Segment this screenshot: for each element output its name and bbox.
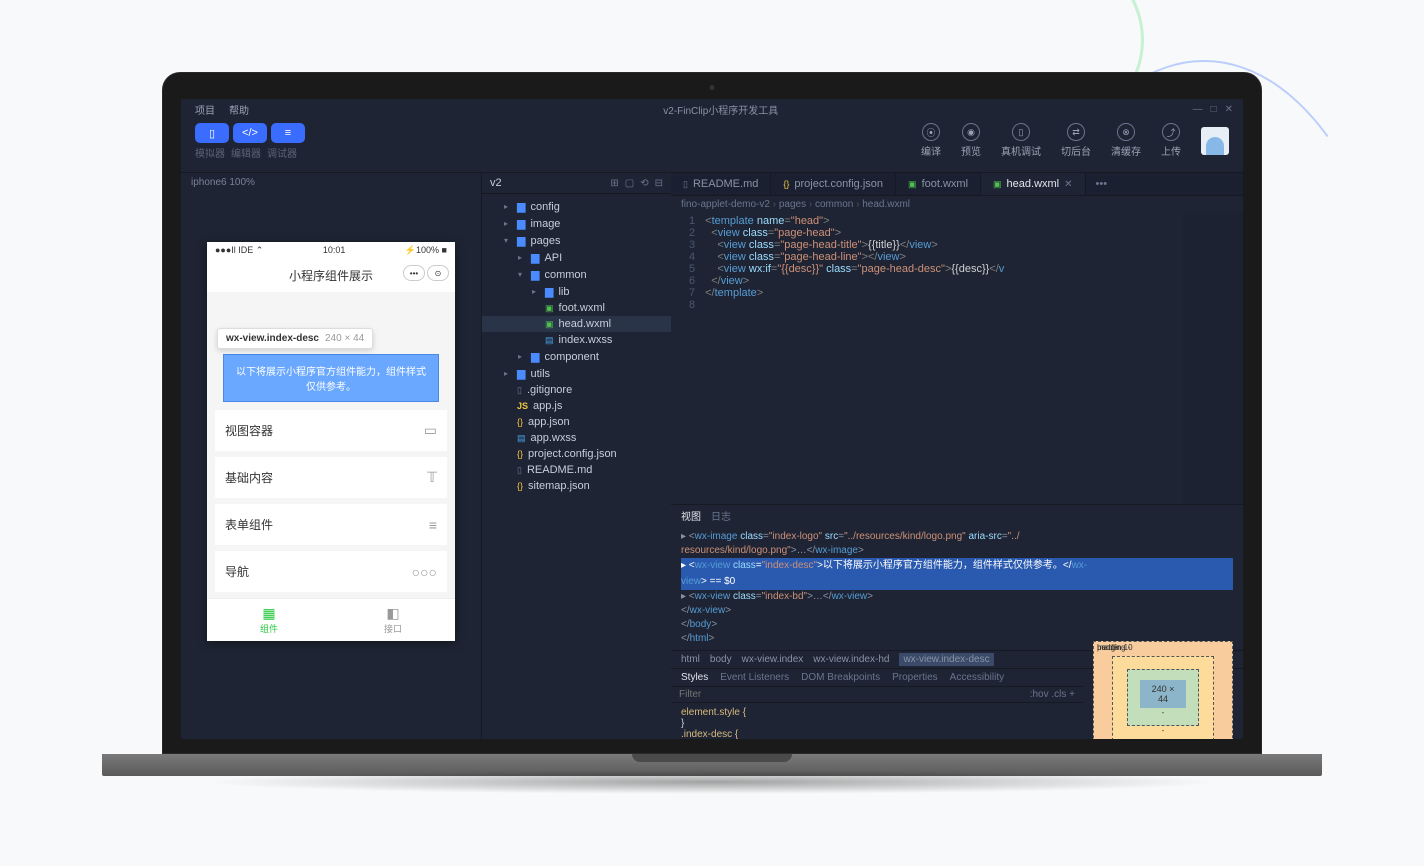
styles-tab[interactable]: Event Listeners <box>720 672 789 683</box>
app-title: 小程序组件展示 <box>289 269 373 283</box>
window-controls[interactable]: — □ ✕ <box>1193 104 1243 115</box>
debugger-toggle[interactable]: ≡ <box>271 123 305 143</box>
tabs-more-icon[interactable]: ••• <box>1086 173 1118 195</box>
window-title: v2-FinClip小程序开发工具 <box>249 102 1193 117</box>
styles-filter-input[interactable] <box>679 689 1030 700</box>
editor-tab[interactable]: ▯ README.md <box>671 173 771 195</box>
toolbar-action-编译[interactable]: ⦿编译 <box>921 123 941 158</box>
toolbar-action-切后台[interactable]: ⇄切后台 <box>1061 123 1091 158</box>
file-explorer: v2 ⊞ ▢ ⟲ ⊟ ▸▆ config▸▆ image▾▆ pages▸▆ A… <box>481 173 671 739</box>
maximize-icon[interactable]: □ <box>1211 104 1217 115</box>
close-tab-icon[interactable]: ✕ <box>1064 179 1072 190</box>
file-item[interactable]: JS app.js <box>482 398 671 414</box>
elements-tree[interactable]: ▸ <wx-image class="index-logo" src="../r… <box>671 526 1243 650</box>
list-item[interactable]: 基础内容𝕋 <box>215 457 447 498</box>
styles-tab[interactable]: Properties <box>892 672 938 683</box>
folder-item[interactable]: ▸▆ component <box>482 348 671 365</box>
folder-item[interactable]: ▸▆ API <box>482 249 671 266</box>
folder-item[interactable]: ▸▆ utils <box>482 365 671 382</box>
file-item[interactable]: ▯ .gitignore <box>482 382 671 398</box>
new-file-icon[interactable]: ⊞ <box>610 178 618 189</box>
titlebar: 项目帮助 v2-FinClip小程序开发工具 — □ ✕ <box>181 99 1243 119</box>
close-app-icon[interactable]: ⊙ <box>427 265 449 281</box>
file-item[interactable]: ▯ README.md <box>482 462 671 478</box>
editor-toggle[interactable]: </> <box>233 123 267 143</box>
editor-tab[interactable]: ▣ head.wxml ✕ <box>981 173 1085 195</box>
devtools-tab[interactable]: 视图 <box>681 508 701 523</box>
file-item[interactable]: ▣ foot.wxml <box>482 300 671 316</box>
toolbar-action-预览[interactable]: ◉预览 <box>961 123 981 158</box>
close-icon[interactable]: ✕ <box>1225 104 1233 115</box>
breadcrumb[interactable]: fino-applet-demo-v2pagescommonhead.wxml <box>671 196 1243 213</box>
css-rules[interactable]: element.style {}.index-desc {</span>marg… <box>671 703 1083 739</box>
editor-tab[interactable]: {} project.config.json <box>771 173 896 195</box>
more-icon[interactable]: ••• <box>403 265 425 281</box>
folder-item[interactable]: ▾▆ common <box>482 266 671 283</box>
menu-item[interactable]: 帮助 <box>229 102 249 117</box>
toolbar-action-真机调试[interactable]: ▯真机调试 <box>1001 123 1041 158</box>
folder-item[interactable]: ▸▆ config <box>482 198 671 215</box>
list-item[interactable]: 表单组件≡ <box>215 504 447 545</box>
inspector-tooltip: wx-view.index-desc240 × 44 <box>217 328 373 349</box>
devtools-tab[interactable]: 日志 <box>711 508 731 523</box>
device-label: iphone6 100% <box>181 173 481 192</box>
new-folder-icon[interactable]: ▢ <box>625 178 634 189</box>
code-editor[interactable]: 12345678 <template name="head"> <view cl… <box>671 213 1243 504</box>
file-item[interactable]: {} app.json <box>482 414 671 430</box>
menu-item[interactable]: 项目 <box>195 102 215 117</box>
carrier-text: ●●●Il IDE ⌃ <box>215 245 263 256</box>
minimize-icon[interactable]: — <box>1193 104 1203 115</box>
file-item[interactable]: ▤ app.wxss <box>482 430 671 446</box>
filter-options[interactable]: :hov .cls + <box>1030 689 1075 700</box>
time-text: 10:01 <box>323 245 346 256</box>
styles-tab[interactable]: Accessibility <box>950 672 1004 683</box>
minimap[interactable] <box>1183 213 1243 504</box>
folder-item[interactable]: ▾▆ pages <box>482 232 671 249</box>
list-item[interactable]: 导航○○○ <box>215 551 447 592</box>
highlighted-element[interactable]: 以下将展示小程序官方组件能力，组件样式仅供参考。 <box>223 354 439 402</box>
editor-tab[interactable]: ▣ foot.wxml <box>896 173 981 195</box>
folder-item[interactable]: ▸▆ image <box>482 215 671 232</box>
styles-tab[interactable]: DOM Breakpoints <box>801 672 880 683</box>
ide-window: 项目帮助 v2-FinClip小程序开发工具 — □ ✕ ▯ </> ≡ 模拟器… <box>181 99 1243 739</box>
avatar[interactable] <box>1201 127 1229 155</box>
simulator-panel: iphone6 100% ●●●Il IDE ⌃ 10:01 ⚡100% ■ 小… <box>181 173 481 739</box>
toolbar: ▯ </> ≡ 模拟器编辑器调试器 ⦿编译◉预览▯真机调试⇄切后台⊗清缓存⤴上传 <box>181 119 1243 173</box>
editor-panel: ▯ README.md{} project.config.json▣ foot.… <box>671 173 1243 739</box>
refresh-icon[interactable]: ⟲ <box>640 178 648 189</box>
phone-preview[interactable]: ●●●Il IDE ⌃ 10:01 ⚡100% ■ 小程序组件展示 ••• ⊙ <box>207 242 455 641</box>
list-item[interactable]: 视图容器▭ <box>215 410 447 451</box>
project-name: v2 <box>490 177 502 189</box>
styles-tab[interactable]: Styles <box>681 672 708 683</box>
tab-api[interactable]: ◧接口 <box>331 599 455 641</box>
camera-dot <box>710 85 715 90</box>
battery-text: ⚡100% ■ <box>405 245 447 256</box>
file-item[interactable]: {} project.config.json <box>482 446 671 462</box>
toolbar-action-清缓存[interactable]: ⊗清缓存 <box>1111 123 1141 158</box>
toolbar-action-上传[interactable]: ⤴上传 <box>1161 123 1181 158</box>
file-item[interactable]: ▣ head.wxml <box>482 316 671 332</box>
devtools-panel: 视图日志 ▸ <wx-image class="index-logo" src=… <box>671 504 1243 739</box>
collapse-icon[interactable]: ⊟ <box>655 178 663 189</box>
laptop-frame: 项目帮助 v2-FinClip小程序开发工具 — □ ✕ ▯ </> ≡ 模拟器… <box>162 72 1262 794</box>
folder-item[interactable]: ▸▆ lib <box>482 283 671 300</box>
file-item[interactable]: {} sitemap.json <box>482 478 671 494</box>
box-model[interactable]: margin 10 border - padding - 240 × 44 - … <box>1083 669 1243 739</box>
file-item[interactable]: ▤ index.wxss <box>482 332 671 348</box>
simulator-toggle[interactable]: ▯ <box>195 123 229 143</box>
tab-components[interactable]: ▦组件 <box>207 599 331 641</box>
